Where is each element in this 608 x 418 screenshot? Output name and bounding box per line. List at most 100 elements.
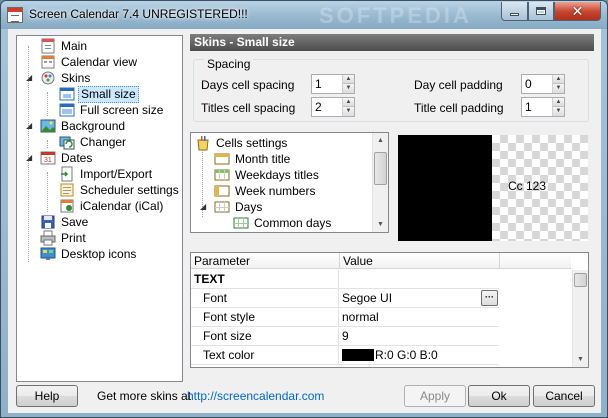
spacing-group-label: Spacing: [204, 57, 254, 71]
spin-up-icon[interactable]: ▲: [343, 75, 354, 84]
tree-item-label: Week numbers: [235, 183, 316, 198]
app-calendar-icon[interactable]: [7, 7, 23, 23]
spinner-buttons: ▲ ▼: [342, 75, 354, 93]
website-link[interactable]: http://screencalendar.com: [187, 389, 324, 403]
background-icon: [40, 118, 56, 134]
grid-row-text-color[interactable]: Text color R:0 G:0 B:0: [191, 346, 499, 365]
collapse-icon[interactable]: ◢: [26, 122, 33, 130]
property-grid-scrollbar[interactable]: ▲ ▼: [572, 270, 588, 367]
tree-item-save[interactable]: Save: [40, 214, 90, 230]
tree-item-calendar-view[interactable]: Calendar view: [40, 54, 139, 70]
svg-text:31: 31: [44, 157, 52, 164]
tree-item-label: Dates: [61, 150, 93, 165]
grid-cell-parameter: Font size: [191, 327, 339, 346]
column-header-parameter[interactable]: Parameter: [191, 253, 340, 269]
days-cell-spacing-input[interactable]: [312, 75, 342, 93]
tree-item-label: Main: [61, 38, 88, 53]
days-icon: [214, 199, 230, 215]
titles-cell-spacing-input[interactable]: [312, 98, 342, 116]
day-cell-padding-input[interactable]: [522, 75, 552, 93]
grid-row-font[interactable]: Font Segoe UI ···: [191, 289, 499, 308]
day-cell-padding-spinner[interactable]: ▲ ▼: [521, 74, 565, 94]
spin-up-icon[interactable]: ▲: [343, 98, 354, 107]
tree-item-small-size[interactable]: Small size: [59, 85, 139, 103]
property-grid[interactable]: Parameter Value TEXT Font Segoe UI ··· F…: [190, 252, 589, 368]
grid-cell-value[interactable]: Segoe UI: [340, 289, 499, 308]
desktop-icons-icon: [40, 246, 56, 262]
apply-button[interactable]: Apply: [404, 385, 466, 407]
close-button[interactable]: ✕: [554, 2, 601, 21]
days-cell-spacing-spinner[interactable]: ▲ ▼: [311, 74, 355, 94]
tree-item-week-numbers[interactable]: Week numbers: [214, 183, 317, 199]
spin-down-icon[interactable]: ▼: [343, 107, 354, 116]
tree-item-skins[interactable]: Skins: [40, 70, 92, 86]
tree-item-label: Changer: [80, 134, 127, 149]
spin-up-icon[interactable]: ▲: [553, 75, 564, 84]
cells-settings-tree[interactable]: Cells settings Month title Weekdays titl…: [190, 132, 389, 233]
tree-item-icalendar[interactable]: iCalendar (iCal): [59, 198, 165, 214]
tree-item-import-export[interactable]: Import/Export: [59, 166, 154, 182]
cancel-button[interactable]: Cancel: [533, 385, 595, 407]
settings-tree[interactable]: Main Calendar view ◢ Skins Small size Fu…: [16, 35, 183, 382]
scroll-up-icon[interactable]: ▲: [373, 133, 388, 148]
scroll-down-icon[interactable]: ▼: [373, 217, 388, 232]
more-skins-text: Get more skins at: [97, 389, 192, 403]
grid-header: Parameter Value: [191, 253, 571, 269]
font-browse-button[interactable]: ···: [481, 290, 498, 306]
tree-item-print[interactable]: Print: [40, 230, 88, 246]
grid-cell-value[interactable]: 9: [340, 327, 499, 346]
window-title: Screen Calendar 7.4 UNREGISTERED!!!: [29, 7, 248, 21]
titles-cell-spacing-spinner[interactable]: ▲ ▼: [311, 97, 355, 117]
tree-item-desktop-icons[interactable]: Desktop icons: [40, 246, 138, 262]
tree-item-main[interactable]: Main: [40, 38, 89, 54]
tree-item-full-screen-size[interactable]: Full screen size: [59, 102, 165, 118]
tree-item-dates[interactable]: 31 Dates: [40, 150, 94, 166]
tree-item-weekdays-titles[interactable]: Weekdays titles: [214, 167, 321, 183]
grid-row-text[interactable]: TEXT: [191, 270, 499, 289]
tree-item-background[interactable]: Background: [40, 118, 127, 134]
days-cell-spacing-label: Days cell spacing: [201, 78, 295, 92]
grid-cell-parameter: Text color: [191, 346, 339, 365]
spinner-buttons: ▲ ▼: [552, 98, 564, 116]
tree-item-common-days[interactable]: Common days: [233, 215, 333, 231]
tree-line: [47, 140, 48, 148]
tree-item-scheduler-settings[interactable]: Scheduler settings: [59, 182, 181, 198]
grid-cell-value[interactable]: normal: [340, 308, 499, 327]
column-header-value[interactable]: Value: [340, 253, 500, 269]
collapse-icon[interactable]: ◢: [26, 74, 33, 82]
titles-cell-spacing-label: Titles cell spacing: [201, 101, 296, 115]
minimize-icon: [510, 12, 519, 16]
grid-row-font-style[interactable]: Font style normal: [191, 308, 499, 327]
help-button[interactable]: Help: [16, 385, 78, 407]
collapse-icon[interactable]: ◢: [26, 154, 33, 162]
collapse-icon[interactable]: ◢: [200, 203, 207, 211]
tree-item-days[interactable]: Days: [214, 199, 264, 215]
maximize-button[interactable]: [528, 2, 554, 21]
scroll-down-icon[interactable]: ▼: [573, 352, 588, 367]
grid-row-font-size[interactable]: Font size 9: [191, 327, 499, 346]
cells-tree-scrollbar[interactable]: ▲ ▼: [372, 133, 388, 232]
tree-item-month-title[interactable]: Month title: [214, 151, 292, 167]
spin-down-icon[interactable]: ▼: [343, 84, 354, 93]
tree-item-changer[interactable]: Changer: [59, 134, 128, 150]
scroll-thumb[interactable]: [374, 152, 387, 185]
title-bar[interactable]: Screen Calendar 7.4 UNREGISTERED!!! SOFT…: [1, 1, 607, 29]
week-numbers-icon: [214, 183, 230, 199]
spin-up-icon[interactable]: ▲: [553, 98, 564, 107]
tree-item-label: Print: [61, 230, 86, 245]
ok-button[interactable]: Ok: [468, 385, 530, 407]
minimize-button[interactable]: [501, 2, 528, 21]
scroll-thumb[interactable]: [574, 273, 587, 287]
title-cell-padding-input[interactable]: [522, 98, 552, 116]
tree-item-cells-settings[interactable]: Cells settings: [195, 135, 289, 151]
grid-cell-value: [340, 270, 499, 289]
title-cell-padding-spinner[interactable]: ▲ ▼: [521, 97, 565, 117]
tree-item-label: Save: [61, 214, 89, 229]
spin-down-icon[interactable]: ▼: [553, 84, 564, 93]
spin-down-icon[interactable]: ▼: [553, 107, 564, 116]
tree-item-label: iCalendar (iCal): [80, 198, 164, 213]
month-title-icon: [214, 151, 230, 167]
tree-item-label: Weekdays titles: [235, 167, 319, 182]
grid-cell-value-color[interactable]: R:0 G:0 B:0: [340, 346, 499, 365]
title-cell-padding-label: Title cell padding: [414, 101, 504, 115]
